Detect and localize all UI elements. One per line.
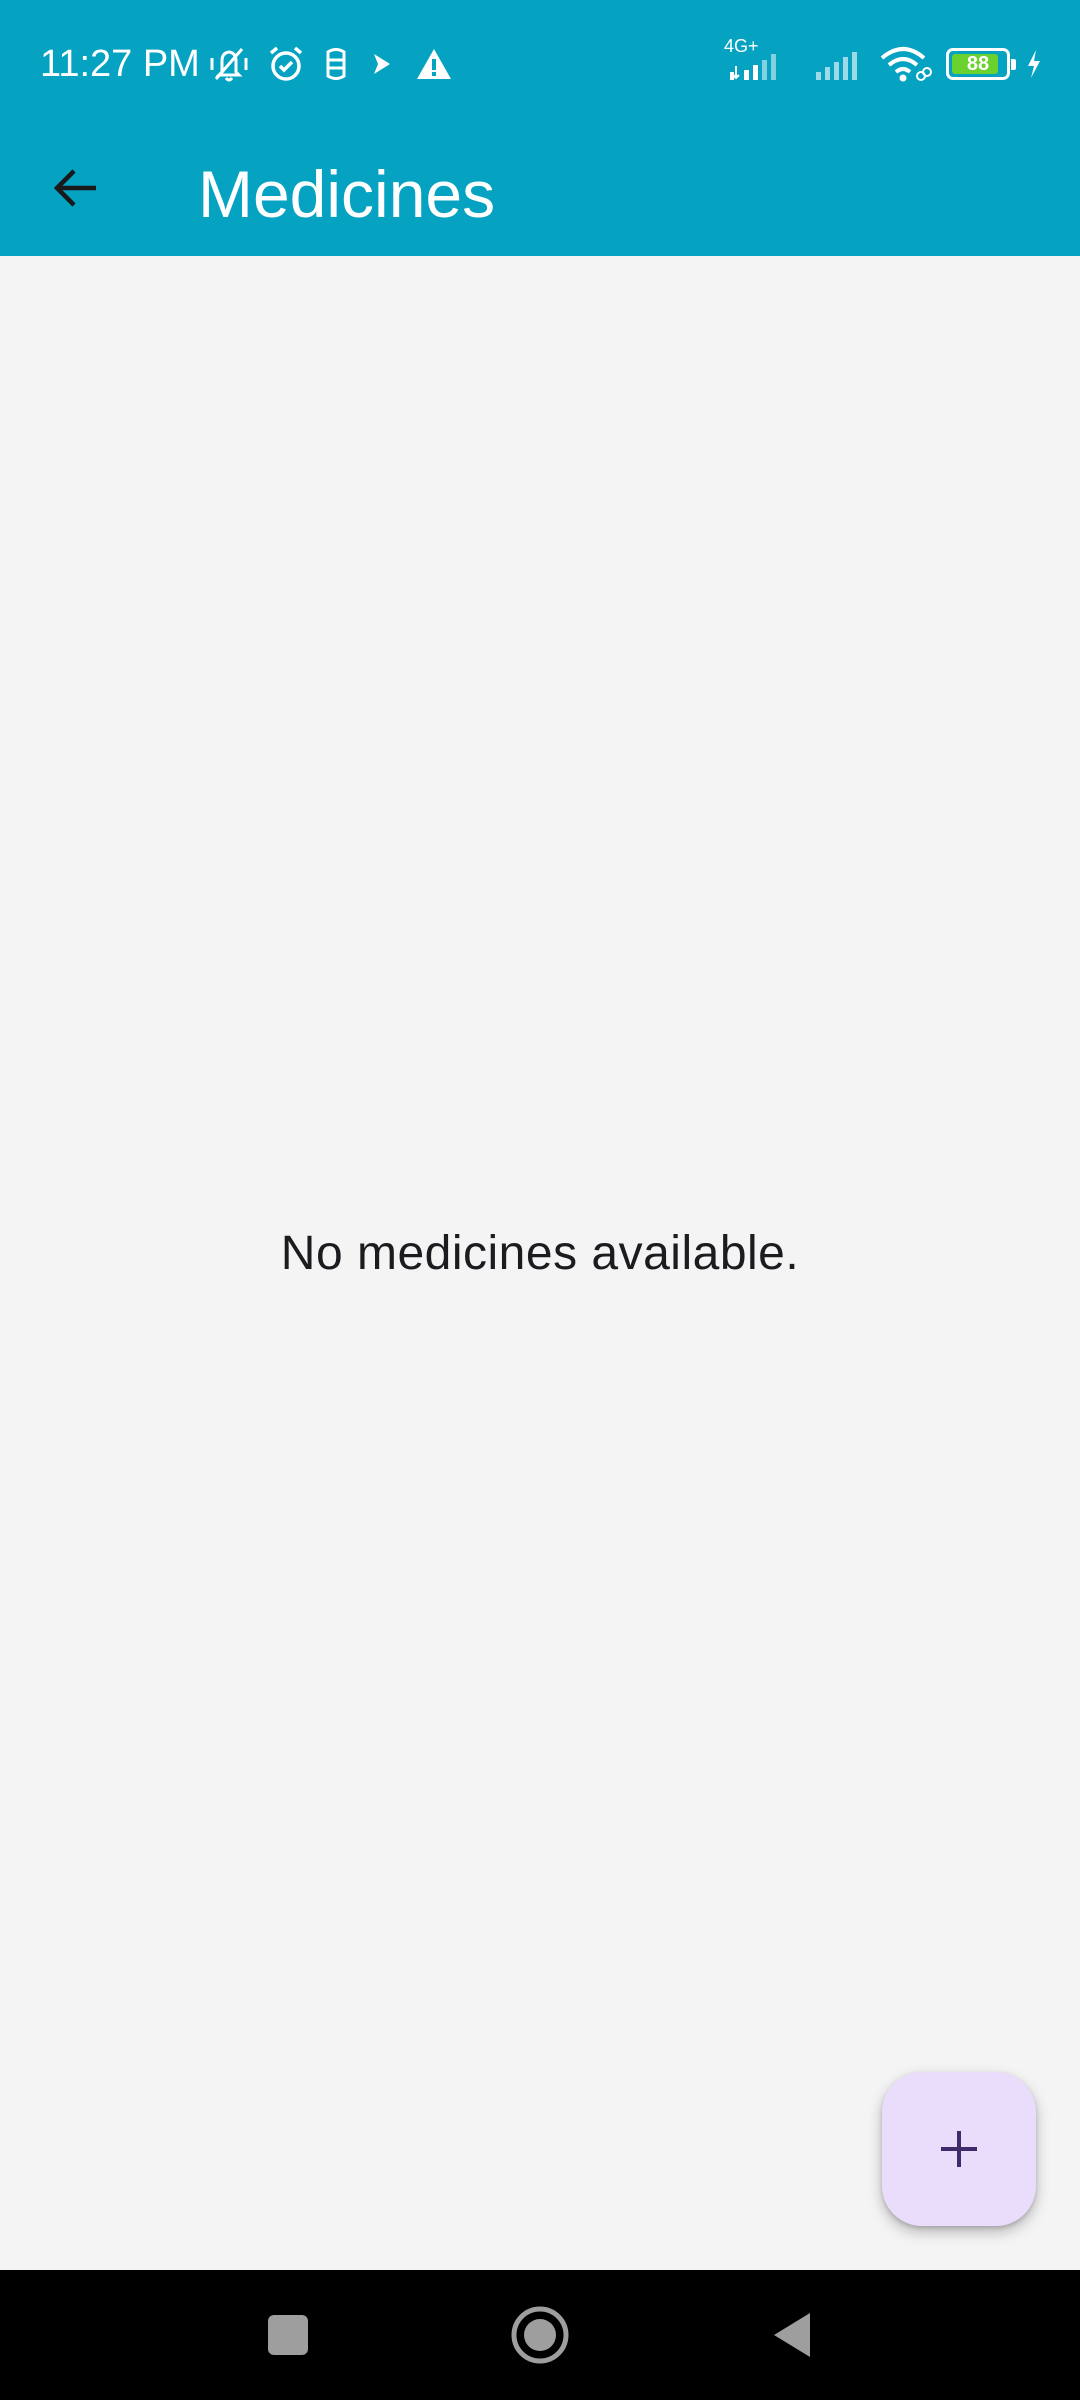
- signal-icon: [812, 40, 864, 88]
- page-title: Medicines: [198, 157, 496, 231]
- warning-icon: [414, 40, 454, 88]
- battery-icon: 88: [946, 40, 1016, 88]
- system-nav-bar: [0, 2270, 1080, 2400]
- app-bar: Medicines: [0, 128, 1080, 256]
- charging-icon: [1024, 40, 1044, 88]
- system-back-button[interactable]: [722, 2270, 862, 2400]
- status-right-icons: 4G+ 88: [724, 36, 1044, 88]
- wifi-icon: [878, 40, 932, 88]
- alarm-icon: [266, 40, 306, 88]
- empty-state-message: No medicines available.: [280, 1227, 800, 1280]
- plus-icon: [937, 2127, 981, 2171]
- recents-button[interactable]: [218, 2270, 358, 2400]
- arrow-back-icon: [50, 162, 102, 214]
- status-left-icons: [206, 40, 454, 88]
- medicines-list-area: No medicines available.: [0, 256, 1080, 2270]
- status-time: 11:27 PM: [40, 43, 200, 85]
- sim-icon: [320, 40, 352, 88]
- add-medicine-button[interactable]: [882, 2072, 1036, 2226]
- battery-level: 88: [966, 52, 990, 75]
- back-button[interactable]: [36, 148, 116, 228]
- home-button[interactable]: [470, 2270, 610, 2400]
- bluetooth-relay-icon: [366, 40, 400, 88]
- signal-4g-icon: 4G+: [724, 36, 798, 88]
- network-type-label: 4G+: [724, 36, 759, 56]
- back-triangle-icon: [770, 2310, 814, 2360]
- recents-square-icon: [266, 2313, 310, 2357]
- mute-vibrate-icon: [206, 40, 252, 88]
- status-bar: 11:27 PM 4G+ 88: [0, 0, 1080, 128]
- home-circle-icon: [510, 2305, 570, 2365]
